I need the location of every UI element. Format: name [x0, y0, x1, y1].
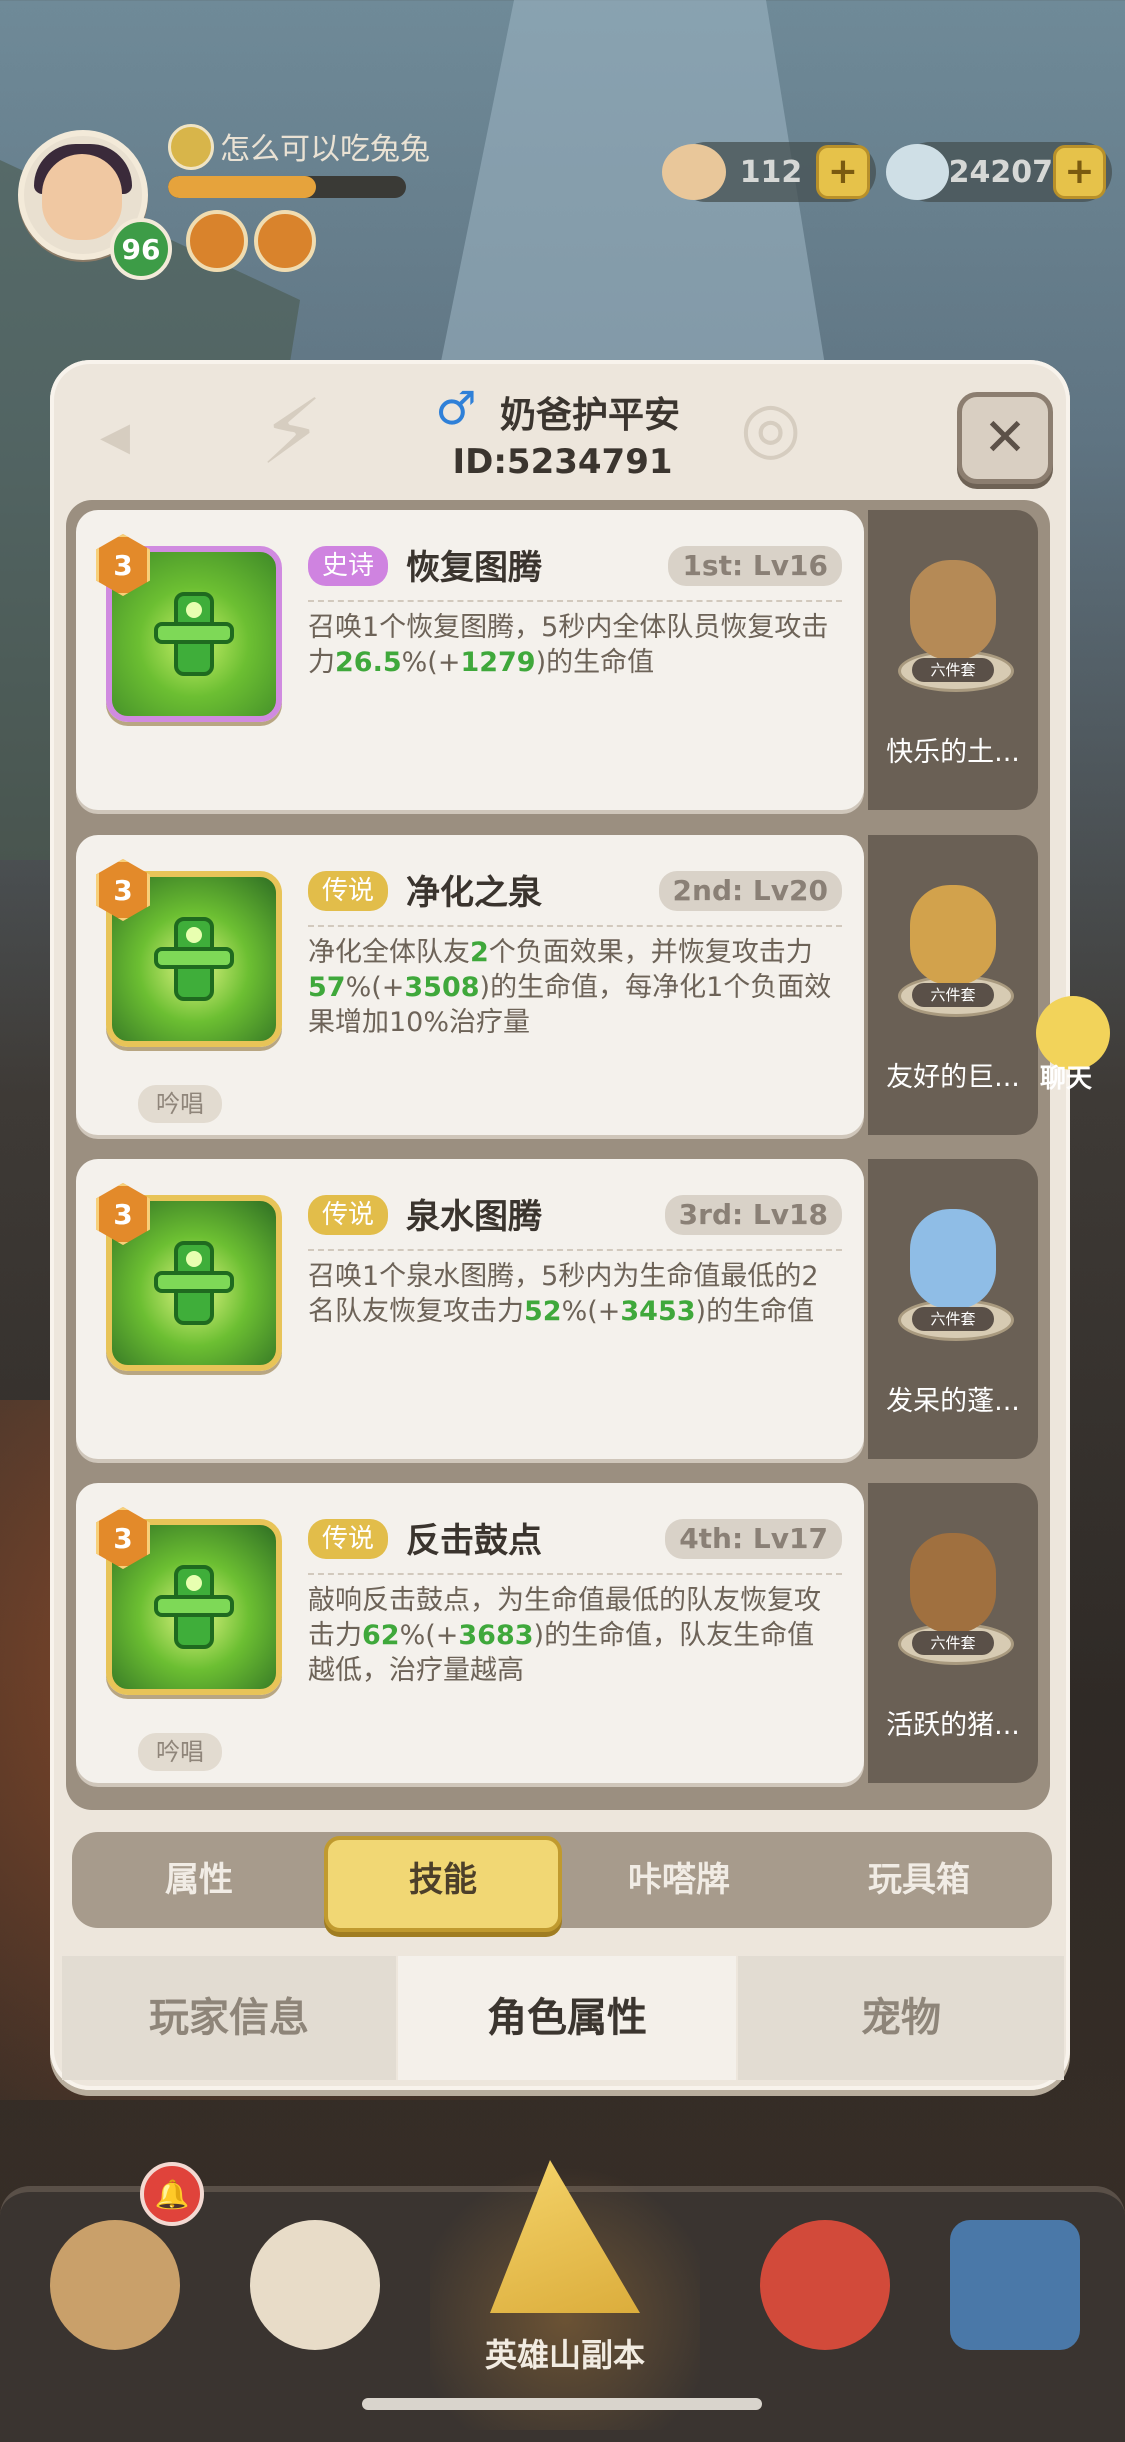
costume-set-name: 友好的巨... [886, 1062, 1020, 1093]
rarity-badge: 传说 [308, 1519, 389, 1559]
costume-set-card[interactable]: 六件套 快乐的土... [868, 510, 1038, 810]
skill-card[interactable]: 3 传说 净化之泉 2nd: Lv20 净化全体队友2个负面效果，并恢复攻击力5… [76, 835, 864, 1135]
bottom-tab[interactable]: 角色属性 [398, 1956, 736, 2080]
divider [308, 600, 842, 602]
notification-bell-icon[interactable]: 🔔 [140, 2162, 204, 2226]
set-piece-tag: 六件套 [912, 1307, 994, 1331]
player-name: 怎么可以吃兔兔 [220, 132, 430, 167]
skill-slot-level: 2nd: Lv20 [658, 871, 842, 911]
costume-set-name: 发呆的蓬... [886, 1386, 1020, 1417]
skill-description: 召唤1个泉水图腾，5秒内为生命值最低的2名队友恢复攻击力52%(+3453)的生… [308, 1261, 819, 1327]
add-shells-button[interactable]: + [816, 145, 870, 199]
skill-value: 57 [308, 972, 346, 1003]
set-piece-tag: 六件套 [912, 983, 994, 1007]
skill-value: 3508 [404, 972, 480, 1003]
skill-value: 52 [524, 1296, 562, 1327]
skill-value: 62 [362, 1620, 400, 1651]
inner-tab[interactable]: 玩具箱 [804, 1836, 1034, 1924]
divider [308, 1249, 842, 1251]
bonus-icon[interactable] [254, 210, 316, 272]
skill-card[interactable]: 3 史诗 恢复图腾 1st: Lv16 召唤1个恢复图腾，5秒内全体队员恢复攻击… [76, 510, 864, 810]
totem-icon [154, 592, 234, 676]
skill-value: 3453 [620, 1296, 696, 1327]
rarity-badge: 史诗 [308, 546, 389, 586]
player-level-badge: 96 [110, 218, 172, 280]
buff-icon[interactable] [186, 210, 248, 272]
skill-slot-level: 3rd: Lv18 [664, 1195, 842, 1235]
skill-name: 泉水图腾 [406, 1197, 542, 1237]
skill-description: 敲响反击鼓点，为生命值最低的队友恢复攻击力62%(+3683)的生命值，队友生命… [308, 1585, 821, 1686]
emoji-icon [168, 124, 214, 170]
divider [308, 1573, 842, 1575]
skill-slot-level: 1st: Lv16 [668, 546, 842, 586]
rarity-badge: 传说 [308, 1195, 389, 1235]
skill-slot-level: 4th: Lv17 [665, 1519, 842, 1559]
costume-set-card[interactable]: 六件套 发呆的蓬... [868, 1159, 1038, 1459]
set-piece-tag: 六件套 [912, 658, 994, 682]
inner-tab[interactable]: 咔嗒牌 [564, 1836, 794, 1924]
skill-type-tag: 吟唱 [138, 1085, 222, 1123]
totem-icon [154, 1565, 234, 1649]
skill-description: 净化全体队友2个负面效果，并恢复攻击力57%(+3508)的生命值，每净化1个负… [308, 937, 832, 1038]
bottom-tab[interactable]: 宠物 [738, 1956, 1064, 2080]
player-title: 奶爸护平安 [500, 395, 681, 436]
bottom-tab[interactable]: 玩家信息 [62, 1956, 396, 2080]
skill-card[interactable]: 3 传说 反击鼓点 4th: Lv17 敲响反击鼓点，为生命值最低的队友恢复攻击… [76, 1483, 864, 1783]
male-icon: ♂ [435, 381, 477, 435]
skill-name: 净化之泉 [406, 873, 542, 913]
totem-icon [154, 917, 234, 1001]
gem-icon [886, 144, 949, 200]
chat-button[interactable]: 聊天 [1016, 996, 1116, 1116]
divider [308, 925, 842, 927]
close-button[interactable]: ✕ [957, 392, 1053, 484]
currency-gems: 24207 + [886, 142, 1112, 202]
costume-set-name: 活跃的猪... [886, 1710, 1020, 1741]
set-piece-tag: 六件套 [912, 1631, 994, 1655]
nav-hero-mountain[interactable]: 英雄山副本 [430, 2150, 700, 2430]
nav-character-3[interactable] [740, 2200, 910, 2400]
home-indicator[interactable] [362, 2398, 762, 2410]
skill-value: 1279 [460, 647, 536, 678]
skill-value: 2 [470, 937, 489, 968]
shell-icon [662, 144, 726, 200]
inner-tab[interactable]: 技能 [324, 1836, 562, 1932]
skill-card[interactable]: 3 传说 泉水图腾 3rd: Lv18 召唤1个泉水图腾，5秒内为生命值最低的2… [76, 1159, 864, 1459]
skill-name: 反击鼓点 [406, 1521, 542, 1561]
skill-type-tag: 吟唱 [138, 1733, 222, 1771]
nav-shop[interactable] [930, 2200, 1100, 2400]
skill-value: 26.5 [335, 647, 402, 678]
mountain-icon [490, 2160, 640, 2313]
rarity-badge: 传说 [308, 871, 389, 911]
skill-value: 3683 [458, 1620, 534, 1651]
currency-shells: 112 + [662, 142, 876, 202]
exp-bar [168, 176, 406, 198]
inner-tab[interactable]: 属性 [84, 1836, 314, 1924]
costume-set-card[interactable]: 六件套 活跃的猪... [868, 1483, 1038, 1783]
totem-icon [154, 1241, 234, 1325]
add-gems-button[interactable]: + [1053, 145, 1106, 199]
nav-character-1[interactable] [30, 2200, 200, 2400]
costume-set-name: 快乐的土... [886, 737, 1020, 768]
skill-name: 恢复图腾 [406, 548, 542, 588]
costume-set-card[interactable]: 六件套 友好的巨... [868, 835, 1038, 1135]
nav-character-2[interactable] [230, 2200, 400, 2400]
skill-description: 召唤1个恢复图腾，5秒内全体队员恢复攻击力26.5%(+1279)的生命值 [308, 612, 829, 678]
